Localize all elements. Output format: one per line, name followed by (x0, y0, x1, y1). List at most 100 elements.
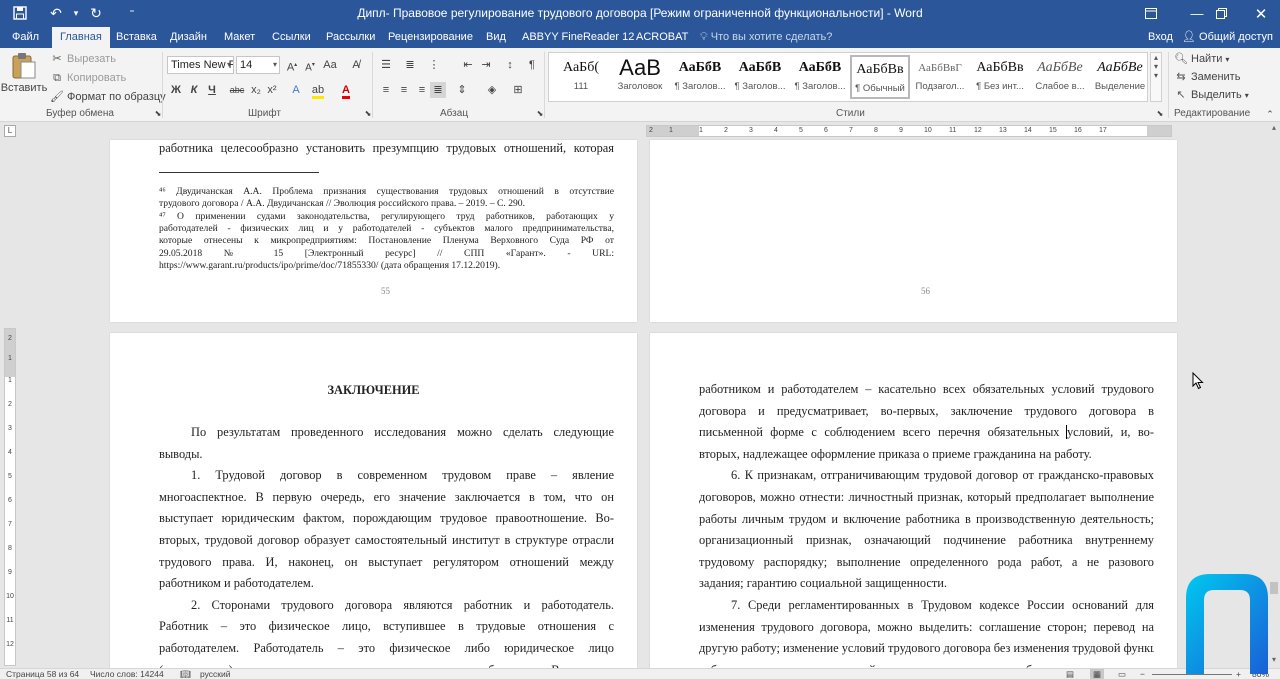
zoom-slider[interactable] (1152, 674, 1232, 675)
font-launcher-icon[interactable]: ⬊ (360, 106, 376, 122)
styles-scroll[interactable]: ▴ ▾ ▾ (1150, 52, 1162, 102)
paragraph-launcher-icon[interactable]: ⬊ (532, 106, 548, 122)
clear-formatting-icon[interactable]: A̸ (348, 57, 364, 73)
clipboard-launcher-icon[interactable]: ⬊ (150, 106, 166, 122)
sort-icon[interactable]: ↕ (502, 57, 518, 73)
style-emphasis[interactable]: АаБбВе Выделение (1090, 55, 1150, 99)
bold-button[interactable]: Ж (168, 82, 184, 98)
justify-icon[interactable]: ≣ (430, 82, 446, 98)
style-title[interactable]: АаВ Заголовок (610, 55, 670, 99)
style-heading-3[interactable]: АаБбВ ¶ Заголов... (790, 55, 850, 99)
style-no-spacing[interactable]: АаБбВв ¶ Без инт... (970, 55, 1030, 99)
multilevel-list-icon[interactable]: ⋮ (426, 57, 442, 73)
app-logo (1186, 574, 1268, 674)
grow-font-icon[interactable]: A▴ (284, 57, 300, 74)
style-111[interactable]: АаБб(111 (551, 55, 611, 99)
zoom-out-icon[interactable]: − (1140, 669, 1145, 679)
collapse-ribbon-icon[interactable]: ⌃ (1262, 106, 1278, 122)
scroll-up-icon[interactable]: ▴ (1268, 122, 1280, 134)
page-57[interactable]: ЗАКЛЮЧЕНИЕ По результатам проведенного и… (110, 333, 637, 668)
page-counter[interactable]: Страница 58 из 64 (6, 669, 79, 679)
font-color-icon[interactable]: A (338, 82, 354, 99)
line-spacing-icon[interactable]: ⇕ (454, 82, 470, 98)
mouse-pointer-icon (1192, 372, 1204, 390)
select-button[interactable]: ↖ Выделить ▾ (1174, 88, 1248, 102)
tab-abbyy[interactable]: ABBYY FineReader 12 (516, 27, 640, 48)
horizontal-ruler[interactable]: 2 1 1 2 3 4 5 6 7 8 9 10 11 12 13 14 15 16 17 (646, 125, 1172, 137)
tab-review[interactable]: Рецензирование (382, 27, 479, 48)
share-button[interactable]: 👤︎ Общий доступ (1182, 27, 1273, 48)
vruler-tick-label: 2 (8, 335, 12, 342)
cut-button[interactable]: ✂ Вырезать (50, 52, 116, 66)
redo-icon[interactable]: ↻ (84, 3, 108, 23)
ruler-tick-label: 7 (849, 127, 853, 134)
language-indicator[interactable]: русский (200, 669, 231, 679)
tab-view[interactable]: Вид (480, 27, 512, 48)
tab-references[interactable]: Ссылки (266, 27, 317, 48)
tab-home[interactable]: Главная (52, 27, 110, 48)
font-size-combo[interactable]: 14 ▾ (236, 56, 280, 74)
page-56[interactable]: 56 (650, 140, 1177, 322)
style-heading-2[interactable]: АаБбВ ¶ Заголов... (730, 55, 790, 99)
align-right-icon[interactable]: ≡ (414, 82, 430, 98)
save-icon[interactable] (8, 3, 32, 23)
style-normal[interactable]: АаБбВв ¶ Обычный (850, 55, 910, 99)
tell-me-search[interactable]: 💡︎ Что вы хотите сделать? (700, 27, 832, 48)
borders-icon[interactable]: ⊞ (510, 82, 526, 98)
page-58[interactable]: работником и работодателем – касательно … (650, 333, 1177, 668)
page-55[interactable]: работника целесообразно установить презу… (110, 140, 637, 322)
superscript-button[interactable]: x² (264, 82, 280, 98)
align-left-icon[interactable]: ≡ (378, 82, 394, 98)
word-count[interactable]: Число слов: 14244 (90, 669, 164, 679)
body-text-line: 7. Среди регламентированных в Трудовом к… (731, 598, 1154, 612)
underline-button[interactable]: Ч (204, 82, 220, 98)
style-subtle-emphasis[interactable]: АаБбВе Слабое в... (1030, 55, 1090, 99)
style-heading-1[interactable]: АаБбВ ¶ Заголов... (670, 55, 730, 99)
read-mode-icon[interactable]: ▤ (1066, 669, 1074, 679)
tab-layout[interactable]: Макет (218, 27, 261, 48)
find-button[interactable]: 🔍︎ Найти ▾ (1174, 52, 1229, 66)
tab-file[interactable]: Файл (6, 27, 45, 48)
show-marks-icon[interactable]: ¶ (524, 57, 540, 73)
ribbon-display-options-icon[interactable] (1128, 0, 1174, 27)
ruler-tick-label: 1 (699, 127, 703, 134)
tab-insert[interactable]: Вставка (110, 27, 163, 48)
font-name-combo[interactable]: Times New R ▾ (167, 56, 234, 74)
vertical-ruler[interactable]: 2 1 1 2 3 4 5 6 7 8 9 10 11 12 (4, 328, 16, 666)
sign-in-link[interactable]: Вход (1148, 27, 1173, 48)
increase-indent-icon[interactable]: ⇥ (478, 57, 494, 73)
print-layout-icon[interactable]: ▦ (1090, 669, 1105, 679)
highlight-icon[interactable]: ab (310, 82, 326, 99)
tab-mailings[interactable]: Рассылки (320, 27, 381, 48)
italic-button[interactable]: К (186, 82, 202, 98)
shading-icon[interactable]: ◈ (484, 82, 500, 98)
subscript-button[interactable]: x₂ (248, 82, 264, 98)
format-painter-button[interactable]: 🖌︎ Формат по образцу (50, 90, 166, 104)
paste-button[interactable]: Вставить (1, 52, 47, 94)
styles-launcher-icon[interactable]: ⬊ (1152, 106, 1168, 122)
align-center-icon[interactable]: ≡ (396, 82, 412, 98)
change-case-button[interactable]: Аа (322, 57, 338, 73)
ruler-tick-label: 5 (799, 127, 803, 134)
decrease-indent-icon[interactable]: ⇤ (460, 57, 476, 73)
text-effects-icon[interactable]: A (288, 82, 304, 98)
proofing-icon[interactable]: 📖︎ (180, 669, 191, 679)
tab-design[interactable]: Дизайн (164, 27, 213, 48)
close-icon[interactable]: ✕ (1238, 0, 1280, 27)
footnote-line: работодателей - физических лиц и у работ… (159, 223, 614, 234)
tab-acrobat[interactable]: ACROBAT (630, 27, 694, 48)
expand-icon[interactable]: ▾ (1151, 71, 1161, 80)
bullets-icon[interactable]: ☰ (378, 57, 394, 73)
copy-button[interactable]: ⧉ Копировать (50, 71, 126, 85)
scrollbar-thumb[interactable] (1270, 582, 1278, 594)
style-subtitle[interactable]: АаБбВвГ Подзагол... (910, 55, 970, 99)
chevron-down-icon[interactable]: ▾ (1151, 62, 1161, 71)
shrink-font-icon[interactable]: A▾ (302, 57, 318, 73)
replace-button[interactable]: ⇆ Заменить (1174, 70, 1240, 84)
web-layout-icon[interactable]: ▭ (1118, 669, 1126, 679)
tab-selector[interactable]: L (4, 125, 16, 137)
strikethrough-button[interactable]: abc (228, 82, 246, 98)
chevron-up-icon[interactable]: ▴ (1151, 53, 1161, 62)
customize-qat-icon[interactable]: ⁼ (120, 3, 144, 23)
numbering-icon[interactable]: ≣ (402, 57, 418, 73)
